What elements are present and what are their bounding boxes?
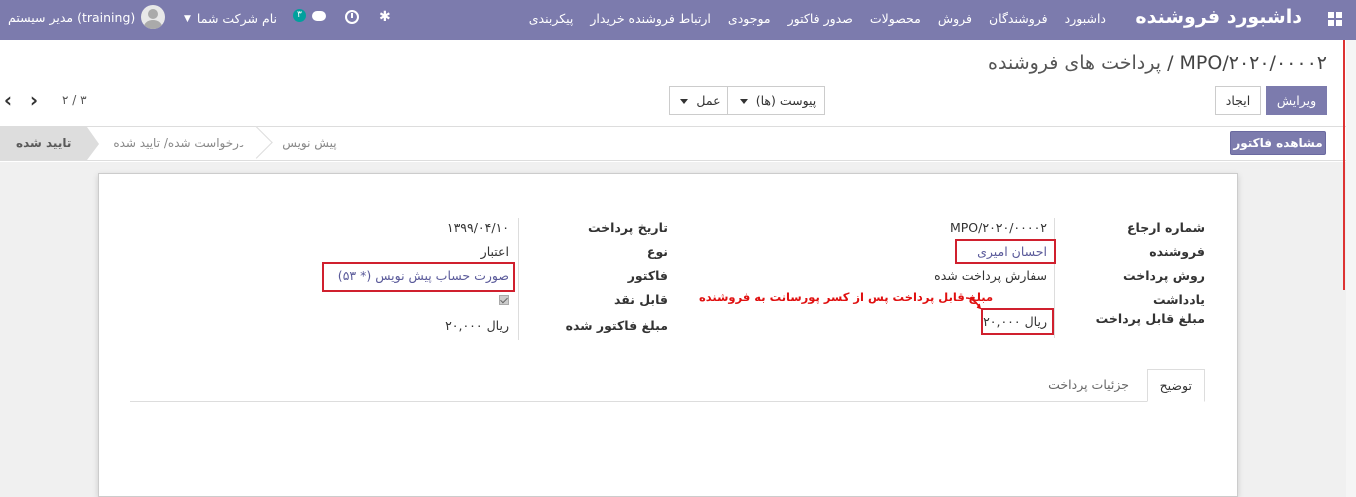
payment-method-value: سفارش پرداخت شده [934, 268, 1047, 283]
status-step-confirmed[interactable]: تایید شده [0, 127, 100, 160]
previous-record-button[interactable]: ‹ [0, 88, 18, 114]
menu-item-vendor-buyer[interactable]: ارتباط فروشنده خریدار [590, 11, 711, 26]
app-brand[interactable]: داشبورد فروشنده [1135, 6, 1302, 28]
annotation-text: مبلغ قابل پرداخت پس از کسر پورسانت به فر… [699, 290, 994, 304]
company-switcher[interactable]: ▼ نام شرکت شما [184, 11, 277, 27]
label-invoiced-amount: مبلغ فاکتور شده [565, 318, 668, 333]
status-bar: تایید شده درخواست شده/ تایید شده پیش نوی… [0, 126, 1346, 161]
label-note: یادداشت [1152, 292, 1205, 307]
label-invoice: فاکتور [627, 268, 668, 283]
label-reference: شماره ارجاع [1126, 220, 1205, 235]
payable-highlight [981, 308, 1054, 335]
label-payable-amount: مبلغ قابل پرداخت [1095, 311, 1205, 326]
apps-icon[interactable] [1328, 12, 1342, 26]
page-title: پرداخت های فروشنده / MPO/۲۰۲۰/۰۰۰۰۲ [988, 52, 1327, 74]
vendor-highlight [955, 239, 1056, 264]
top-navbar: داشبورد فروشنده داشبورد فروشندگان فروش م… [0, 0, 1356, 40]
menu-item-dashboard[interactable]: داشبورد [1065, 11, 1106, 26]
form-sheet: شماره ارجاع فروشنده روش پرداخت یادداشت م… [98, 173, 1238, 497]
main-menu: داشبورد فروشندگان فروش محصولات صدور فاکت… [529, 11, 1106, 26]
reference-value: MPO/۲۰۲۰/۰۰۰۰۲ [949, 220, 1047, 235]
clock-icon[interactable] [345, 10, 359, 24]
status-step-requested[interactable]: درخواست شده/ تایید شده [87, 127, 261, 160]
invoice-highlight [322, 262, 515, 292]
invoiced-amount-value: ۲۰,۰۰۰ ریال [445, 318, 509, 333]
label-type: نوع [646, 244, 668, 259]
breadcrumb-parent[interactable]: پرداخت های فروشنده [988, 52, 1161, 74]
bug-icon[interactable]: ✱ [379, 9, 391, 25]
tab-description[interactable]: توضیح [1146, 369, 1205, 402]
avatar [141, 5, 166, 29]
chat-icon[interactable]: ۳ [293, 8, 327, 28]
chevron-down-icon [680, 99, 689, 104]
breadcrumb-current: MPO/۲۰۲۰/۰۰۰۰۲ [1179, 52, 1327, 74]
label-payment-date: تاریخ پرداخت [587, 220, 668, 235]
tab-payment-details[interactable]: جزئیات پرداخت [1036, 369, 1141, 402]
next-record-button[interactable]: › [24, 88, 44, 114]
view-invoice-button[interactable]: مشاهده فاکتور [1230, 131, 1326, 155]
company-name: نام شرکت شما [196, 11, 277, 26]
label-cashable: قابل نقد [614, 292, 668, 307]
menu-item-vendors[interactable]: فروشندگان [989, 11, 1048, 26]
status-step-draft[interactable]: پیش نویس [260, 127, 353, 160]
user-name: مدیر سیستم (training) [8, 9, 136, 25]
menu-item-products[interactable]: محصولات [870, 11, 921, 26]
menu-item-invoicing[interactable]: صدور فاکتور [788, 11, 853, 26]
chevron-down-icon [739, 99, 748, 104]
label-vendor: فروشنده [1149, 244, 1205, 259]
breadcrumb-separator: / [1167, 52, 1174, 74]
menu-item-configuration[interactable]: پیکربندی [529, 11, 574, 26]
pager-value[interactable]: ۲ / ۳ [62, 93, 87, 107]
attachment-dropdown[interactable]: پیوست (ها) [727, 86, 825, 115]
scrollbar[interactable] [1346, 40, 1356, 497]
type-value: اعتبار [480, 244, 509, 259]
notebook-tabs: توضیح جزئیات پرداخت [130, 369, 1205, 402]
create-button[interactable]: ایجاد [1215, 86, 1261, 115]
payment-date-value: ۱۳۹۹/۰۴/۱۰ [446, 220, 509, 235]
user-menu[interactable]: مدیر سیستم (training) [8, 5, 166, 29]
edit-button[interactable]: ویرایش [1266, 86, 1327, 115]
action-dropdown[interactable]: عمل [669, 86, 728, 115]
chat-count-badge: ۳ [293, 9, 306, 22]
label-payment-method: روش پرداخت [1123, 268, 1205, 283]
cashable-checkbox[interactable] [499, 295, 509, 305]
menu-item-sales[interactable]: فروش [938, 11, 972, 26]
scroll-indicator [1343, 40, 1345, 290]
menu-item-inventory[interactable]: موجودی [728, 11, 771, 26]
